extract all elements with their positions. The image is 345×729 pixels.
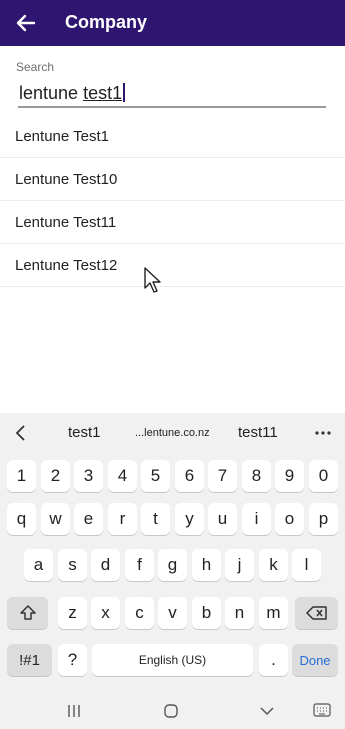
key[interactable]: x xyxy=(91,597,120,629)
mouse-pointer-icon xyxy=(144,267,161,293)
key[interactable]: i xyxy=(242,503,271,535)
keyboard-row-z: z x c v b n m xyxy=(0,597,345,629)
key[interactable]: f xyxy=(125,549,154,581)
shift-key[interactable] xyxy=(7,597,48,629)
shift-icon xyxy=(19,605,36,620)
recent-apps-icon[interactable] xyxy=(66,703,82,719)
key[interactable]: o xyxy=(275,503,304,535)
app-bar: Company xyxy=(0,0,345,46)
suggestion-item[interactable]: ...lentune.co.nz xyxy=(135,427,210,439)
keyboard-row-numbers: 1 2 3 4 5 6 7 8 9 0 xyxy=(0,460,345,492)
keyboard-icon[interactable] xyxy=(313,703,331,717)
key[interactable]: r xyxy=(108,503,137,535)
key[interactable]: j xyxy=(225,549,254,581)
keyboard-row-bottom: !#1 ? English (US) . Done xyxy=(0,644,345,676)
key[interactable]: s xyxy=(58,549,87,581)
search-input[interactable] xyxy=(18,80,326,108)
key[interactable]: 6 xyxy=(175,460,204,492)
space-key[interactable]: English (US) xyxy=(92,644,253,676)
suggestion-bar: test1 ...lentune.co.nz test11 xyxy=(0,413,345,453)
soft-keyboard: test1 ...lentune.co.nz test11 1 2 3 4 5 … xyxy=(0,413,345,729)
key[interactable]: l xyxy=(292,549,321,581)
key[interactable]: d xyxy=(91,549,120,581)
key[interactable]: w xyxy=(41,503,70,535)
key[interactable]: 3 xyxy=(74,460,103,492)
key[interactable]: b xyxy=(192,597,221,629)
hide-keyboard-chevron-icon[interactable] xyxy=(259,703,275,719)
key[interactable]: 4 xyxy=(108,460,137,492)
back-arrow-icon[interactable] xyxy=(14,11,38,35)
period-key[interactable]: . xyxy=(259,644,288,676)
key[interactable]: q xyxy=(7,503,36,535)
key[interactable]: v xyxy=(158,597,187,629)
keyboard-row-q: q w e r t y u i o p xyxy=(0,503,345,535)
home-icon[interactable] xyxy=(163,703,179,719)
key[interactable]: u xyxy=(208,503,237,535)
key[interactable]: y xyxy=(175,503,204,535)
key[interactable]: c xyxy=(125,597,154,629)
key[interactable]: 0 xyxy=(309,460,338,492)
key[interactable]: 5 xyxy=(141,460,170,492)
suggestion-item[interactable]: test1 xyxy=(68,424,101,441)
key[interactable]: e xyxy=(74,503,103,535)
key[interactable]: 2 xyxy=(41,460,70,492)
key[interactable]: n xyxy=(225,597,254,629)
page-title: Company xyxy=(65,12,148,32)
key[interactable]: m xyxy=(259,597,288,629)
system-nav-bar xyxy=(0,696,345,729)
results-list: Lentune Test1 Lentune Test10 Lentune Tes… xyxy=(0,115,345,287)
list-item[interactable]: Lentune Test10 xyxy=(0,158,345,201)
key[interactable]: 7 xyxy=(208,460,237,492)
key[interactable]: 9 xyxy=(275,460,304,492)
chevron-left-icon[interactable] xyxy=(14,424,28,442)
key[interactable]: g xyxy=(158,549,187,581)
suggestion-item[interactable]: test11 xyxy=(238,424,278,441)
backspace-icon xyxy=(305,606,327,620)
list-item[interactable]: Lentune Test1 xyxy=(0,115,345,158)
key[interactable]: a xyxy=(24,549,53,581)
keyboard-row-a: a s d f g h j k l xyxy=(0,549,345,581)
backspace-key[interactable] xyxy=(295,597,338,629)
done-key[interactable]: Done xyxy=(292,644,338,676)
key[interactable]: k xyxy=(259,549,288,581)
key[interactable]: h xyxy=(192,549,221,581)
key[interactable]: 8 xyxy=(242,460,271,492)
key[interactable]: 1 xyxy=(7,460,36,492)
question-key[interactable]: ? xyxy=(58,644,87,676)
symbols-key[interactable]: !#1 xyxy=(7,644,52,676)
key[interactable]: z xyxy=(58,597,87,629)
search-label: Search xyxy=(16,60,55,74)
list-item[interactable]: Lentune Test12 xyxy=(0,244,345,287)
key[interactable]: t xyxy=(141,503,170,535)
key[interactable]: p xyxy=(309,503,338,535)
more-options-icon[interactable] xyxy=(315,431,331,435)
list-item[interactable]: Lentune Test11 xyxy=(0,201,345,244)
